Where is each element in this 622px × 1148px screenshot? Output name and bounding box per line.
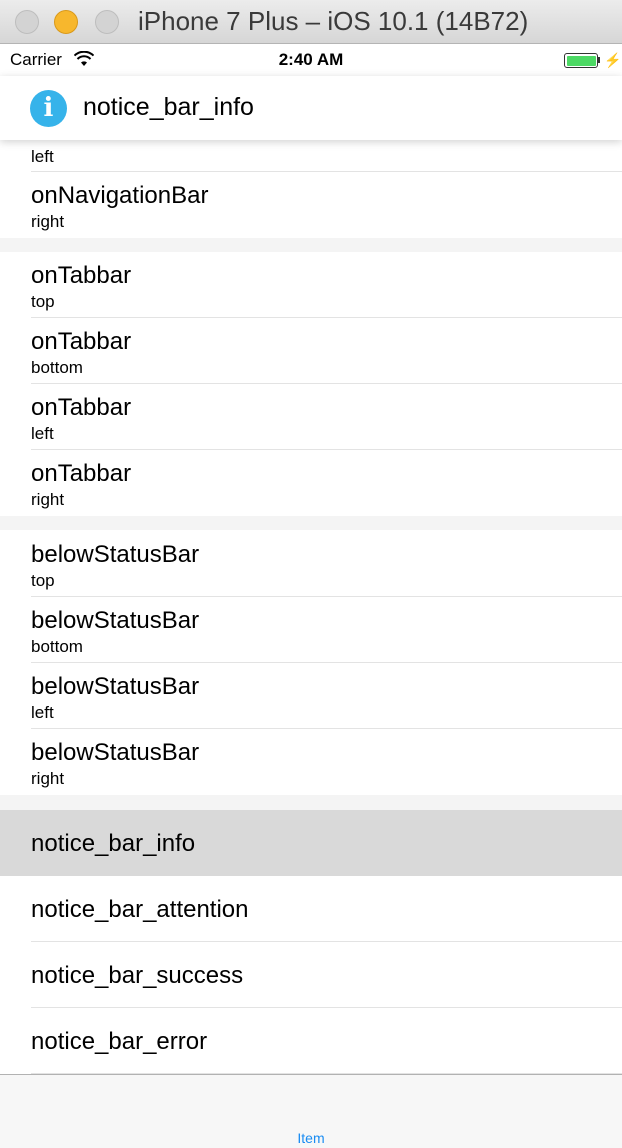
status-bar: Carrier 2:40 AM ⚡ (0, 44, 622, 76)
list-item[interactable]: notice_bar_error (0, 1008, 622, 1074)
list-item[interactable]: onTabbar bottom (0, 318, 622, 384)
list-item-subtitle: right (31, 769, 65, 788)
simulator-title-bar: iPhone 7 Plus – iOS 10.1 (14B72) (0, 0, 622, 44)
list-item[interactable]: belowStatusBar left (0, 663, 622, 729)
notice-bar[interactable]: i notice_bar_info (0, 76, 622, 140)
window-title: iPhone 7 Plus – iOS 10.1 (14B72) (138, 6, 529, 36)
list-item-subtitle: right (31, 490, 65, 509)
options-list[interactable]: left onNavigationBar right onTabbar top … (0, 140, 622, 1074)
status-time: 2:40 AM (278, 50, 344, 69)
list-item[interactable]: belowStatusBar top (0, 530, 622, 597)
section-gap (0, 516, 622, 530)
list-item-title: notice_bar_attention (31, 896, 249, 923)
tab-item[interactable]: Item (0, 1130, 622, 1146)
list-item-subtitle: left (31, 703, 54, 722)
list-item[interactable]: onTabbar top (0, 252, 622, 318)
list-item-title: belowStatusBar (31, 739, 200, 766)
list-item-title: notice_bar_success (31, 962, 244, 989)
list-item[interactable]: notice_bar_attention (0, 876, 622, 942)
window-close-button[interactable] (15, 10, 39, 34)
notice-bar-text: notice_bar_info (83, 93, 254, 121)
list-item-subtitle: right (31, 212, 65, 231)
list-item-subtitle: bottom (31, 358, 83, 377)
list-item[interactable]: onNavigationBar right (0, 172, 622, 238)
list-item-title: onTabbar (31, 394, 132, 421)
list-item[interactable]: onTabbar right (0, 450, 622, 516)
list-item-title: onTabbar (31, 262, 132, 289)
list-item-selected[interactable]: notice_bar_info (0, 810, 622, 876)
list-item-title: onTabbar (31, 328, 132, 355)
battery-icon (564, 53, 598, 68)
section-gap (0, 238, 622, 252)
list-item-title: belowStatusBar (31, 673, 200, 700)
list-item-title: belowStatusBar (31, 541, 200, 568)
list-item-subtitle: bottom (31, 637, 83, 656)
list-item-subtitle: top (31, 571, 55, 590)
list-item-subtitle: top (31, 292, 55, 311)
section-gap (0, 795, 622, 810)
list-item[interactable]: left (0, 140, 622, 172)
list-item[interactable]: belowStatusBar bottom (0, 597, 622, 663)
info-icon: i (30, 90, 67, 127)
list-item-subtitle: left (31, 147, 54, 166)
list-item[interactable]: onTabbar left (0, 384, 622, 450)
list-item-title: onNavigationBar (31, 182, 209, 209)
list-item-title: notice_bar_info (31, 830, 196, 857)
list-item-subtitle: left (31, 424, 54, 443)
charging-bolt-icon: ⚡ (604, 52, 622, 68)
tab-bar: Item (0, 1074, 622, 1148)
list-item[interactable]: belowStatusBar right (0, 729, 622, 795)
list-item-title: notice_bar_error (31, 1028, 208, 1055)
list-item-title: onTabbar (31, 460, 132, 487)
list-item-title: belowStatusBar (31, 607, 200, 634)
battery-tip (598, 57, 600, 63)
list-item[interactable]: notice_bar_success (0, 942, 622, 1008)
window-minimize-button[interactable] (54, 10, 78, 34)
window-zoom-button[interactable] (95, 10, 119, 34)
